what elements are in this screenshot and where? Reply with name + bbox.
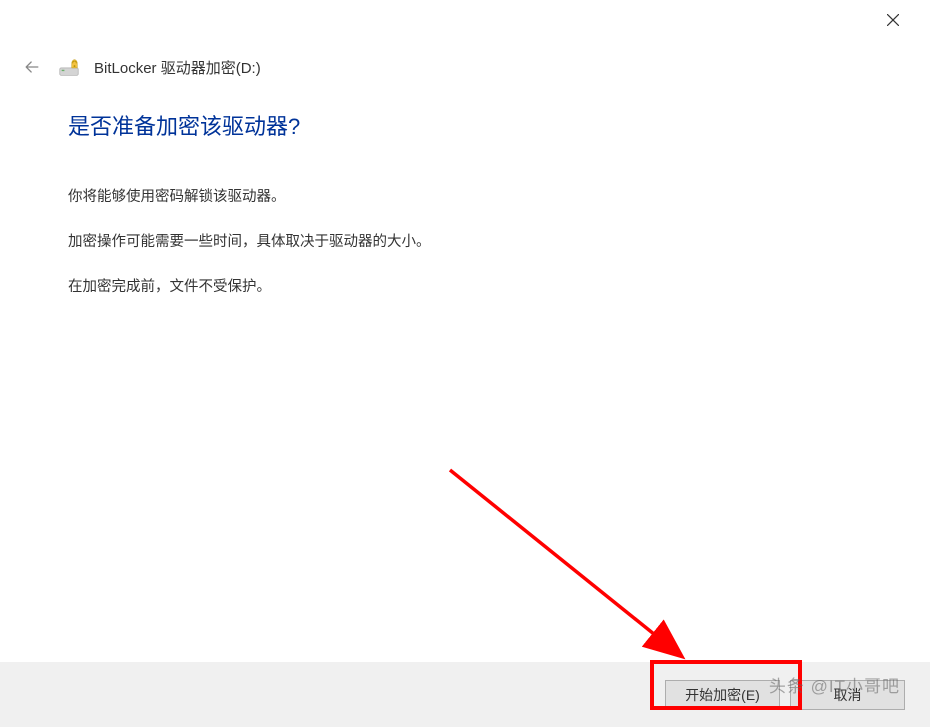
back-arrow-icon — [22, 57, 42, 77]
body-text-2: 加密操作可能需要一些时间，具体取决于驱动器的大小。 — [68, 231, 862, 254]
annotation-arrow — [440, 460, 720, 680]
wizard-footer: 开始加密(E) 取消 — [0, 662, 930, 727]
start-encrypt-button[interactable]: 开始加密(E) — [665, 680, 780, 710]
bitlocker-drive-icon — [58, 56, 80, 78]
wizard-title: BitLocker 驱动器加密(D:) — [94, 57, 261, 78]
titlebar — [0, 0, 930, 40]
close-button[interactable] — [870, 5, 915, 35]
wizard-header: BitLocker 驱动器加密(D:) — [0, 40, 930, 109]
cancel-button[interactable]: 取消 — [790, 680, 905, 710]
page-heading: 是否准备加密该驱动器? — [68, 109, 862, 141]
body-text-1: 你将能够使用密码解锁该驱动器。 — [68, 186, 862, 209]
body-text-3: 在加密完成前，文件不受保护。 — [68, 276, 862, 299]
back-button[interactable] — [20, 55, 44, 79]
wizard-content: 是否准备加密该驱动器? 你将能够使用密码解锁该驱动器。 加密操作可能需要一些时间… — [0, 109, 930, 300]
close-icon — [887, 14, 899, 26]
